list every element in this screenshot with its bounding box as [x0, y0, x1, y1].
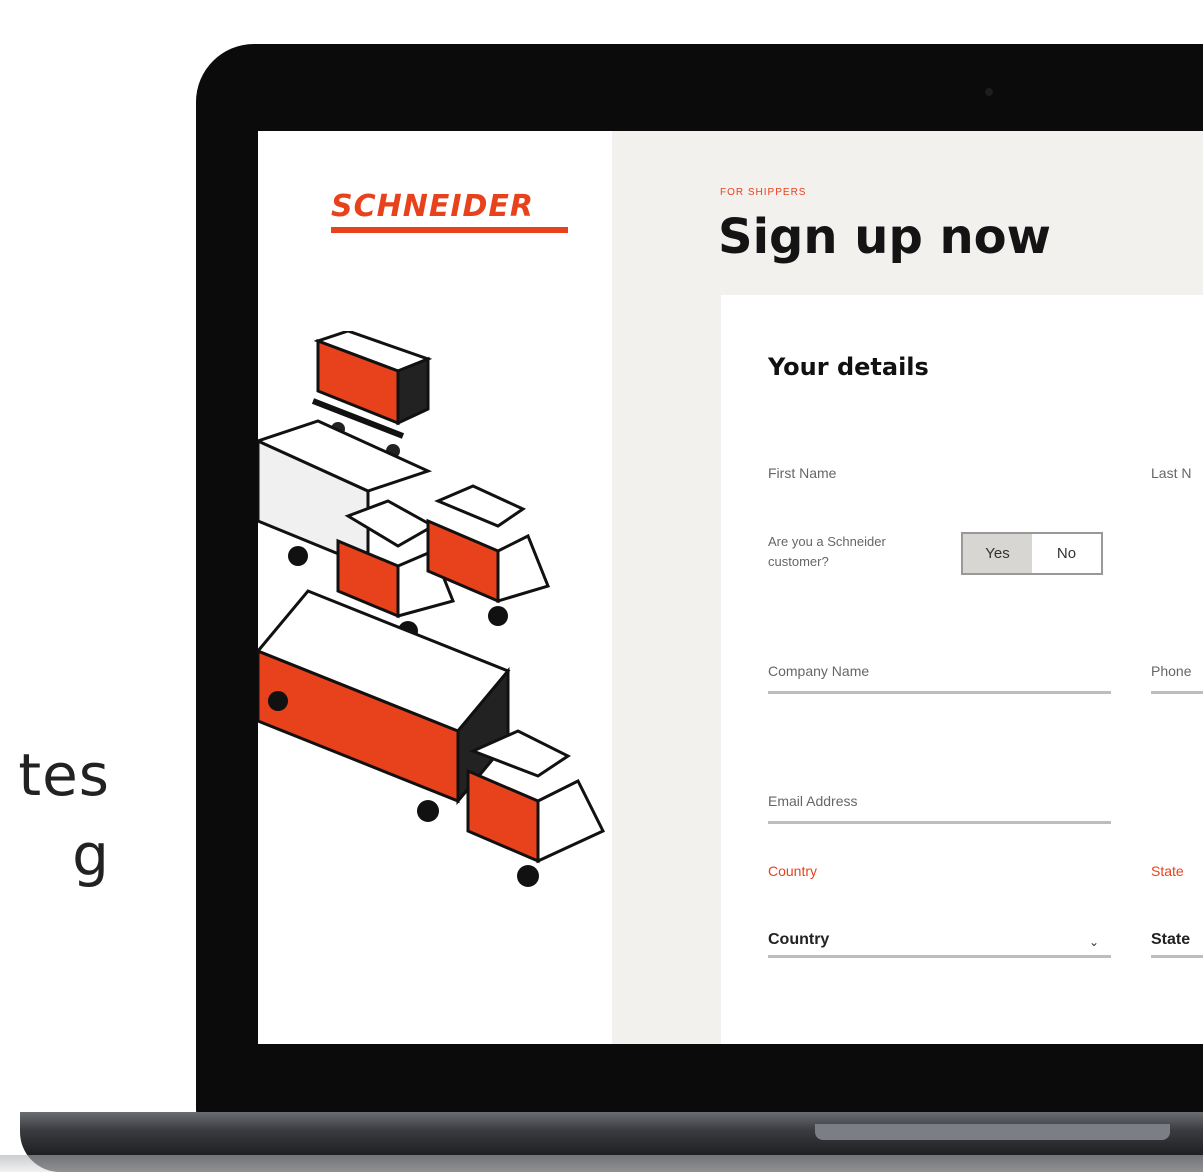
state-underline	[1151, 955, 1203, 958]
email-field[interactable]: Email Address	[768, 793, 857, 809]
email-underline	[768, 821, 1111, 824]
truck-illustration-1	[258, 419, 456, 641]
promo-line-1: tes	[18, 741, 110, 809]
promo-line-2: g	[72, 821, 110, 889]
country-underline	[768, 955, 1111, 958]
phone-field[interactable]: Phone	[1151, 663, 1191, 679]
laptop-shadow	[0, 1155, 1203, 1172]
customer-question-label: Are you a Schneider customer?	[768, 534, 886, 569]
company-name-underline	[768, 691, 1111, 694]
customer-toggle[interactable]: Yes No	[961, 532, 1103, 575]
laptop-notch	[815, 1124, 1170, 1140]
last-name-field[interactable]: Last N	[1151, 465, 1191, 481]
phone-underline	[1151, 691, 1203, 694]
logo-underline	[331, 227, 568, 233]
chevron-down-icon[interactable]: ⌄	[1089, 935, 1099, 949]
state-label: State	[1151, 863, 1184, 879]
truck-illustration-3	[258, 589, 606, 887]
section-title: Your details	[768, 353, 929, 381]
toggle-no-option[interactable]: No	[1032, 534, 1101, 573]
company-name-field[interactable]: Company Name	[768, 663, 869, 679]
eyebrow-label: FOR SHIPPERS	[720, 187, 807, 198]
trucks-illustration	[258, 331, 606, 887]
camera-icon	[985, 88, 993, 96]
state-select[interactable]: State	[1151, 931, 1190, 949]
country-label: Country	[768, 863, 818, 879]
country-select[interactable]: Country	[768, 931, 829, 949]
first-name-field[interactable]: First Name	[768, 465, 836, 481]
truck-illustration-2	[426, 484, 551, 626]
toggle-yes-option[interactable]: Yes	[963, 534, 1032, 573]
brand-panel: SCHNEIDER	[258, 131, 612, 1044]
schneider-logo[interactable]: SCHNEIDER	[331, 189, 534, 224]
signup-form-card: Your details First Name Last N Are you a…	[721, 295, 1203, 1044]
laptop-screen: SCHNEIDER FOR SHIPPERS Sign up now Your …	[258, 131, 1203, 1044]
promo-text: tes g	[0, 735, 110, 895]
page-title: Sign up now	[718, 209, 1051, 265]
